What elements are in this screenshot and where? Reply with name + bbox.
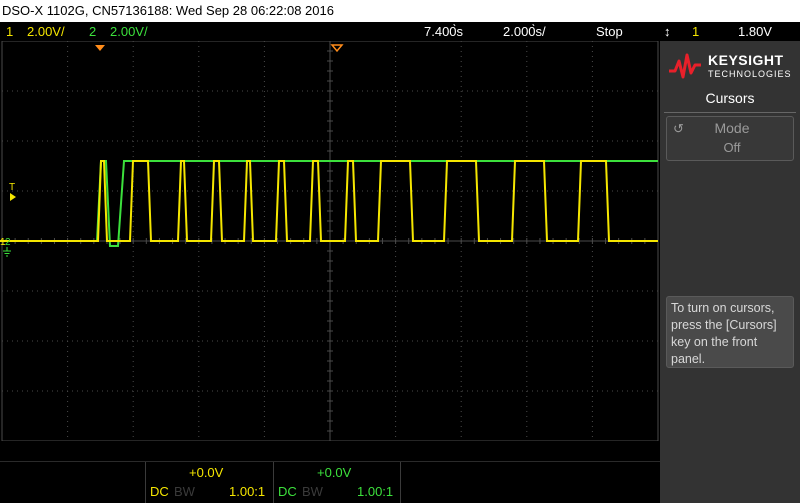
trigger-level[interactable]: 1.80V <box>738 22 772 41</box>
trigger-level-label: T <box>9 182 15 193</box>
ch2-bw-limit: BW <box>302 484 323 499</box>
time-position[interactable]: 7.400̀s <box>424 22 463 41</box>
ch2-probe: 1.00:1 <box>357 484 394 499</box>
keysight-logo: KEYSIGHT TECHNOLOGIES <box>668 49 792 85</box>
ch1-offset: +0.0V <box>189 465 224 480</box>
ch1-probe: 1.00:1 <box>229 484 266 499</box>
panel-divider <box>664 112 796 113</box>
waveform-display[interactable]: T 1 2 <box>0 41 660 441</box>
time-per-div[interactable]: 2.000̀s/ <box>503 22 546 41</box>
ch1-bw-limit: BW <box>174 484 195 499</box>
channel-info-bar: +0.0V DC BW 1.00:1 +0.0V DC BW 1.00:1 <box>0 441 660 503</box>
trigger-source[interactable]: 1 <box>692 22 699 41</box>
ch2-info[interactable]: +0.0V DC BW 1.00:1 <box>273 462 401 503</box>
menu-title: Cursors <box>705 90 755 106</box>
status-bar: 1 2.00V/ 2 2.00V/ 7.400̀s 2.000̀s/ Stop … <box>0 22 800 41</box>
softkey-panel: KEYSIGHT TECHNOLOGIES Cursors ↺ Mode Off… <box>660 41 800 503</box>
ch2-coupling: DC <box>278 484 297 499</box>
ch1-info[interactable]: +0.0V DC BW 1.00:1 <box>145 462 273 503</box>
mode-softkey[interactable]: ↺ Mode Off <box>666 116 794 161</box>
mode-value: Off <box>723 140 741 155</box>
run-state[interactable]: Stop <box>596 22 623 41</box>
help-message: To turn on cursors, press the [Cursors] … <box>666 296 794 368</box>
title-bar: DSO-X 1102G, CN57136188: Wed Sep 28 06:2… <box>0 0 800 22</box>
ch1-number[interactable]: 1 <box>6 22 13 41</box>
ch1-scale[interactable]: 2.00V/ <box>27 22 65 41</box>
mode-label: Mode <box>714 120 750 136</box>
ch2-offset: +0.0V <box>317 465 352 480</box>
ch2-number[interactable]: 2 <box>89 22 96 41</box>
ch2-scale[interactable]: 2.00V/ <box>110 22 148 41</box>
keysight-wave-icon <box>669 53 701 79</box>
ch2-ground-label: 2 <box>5 237 11 248</box>
ch1-coupling: DC <box>150 484 169 499</box>
trigger-edge-icon: ↕ <box>664 24 671 39</box>
